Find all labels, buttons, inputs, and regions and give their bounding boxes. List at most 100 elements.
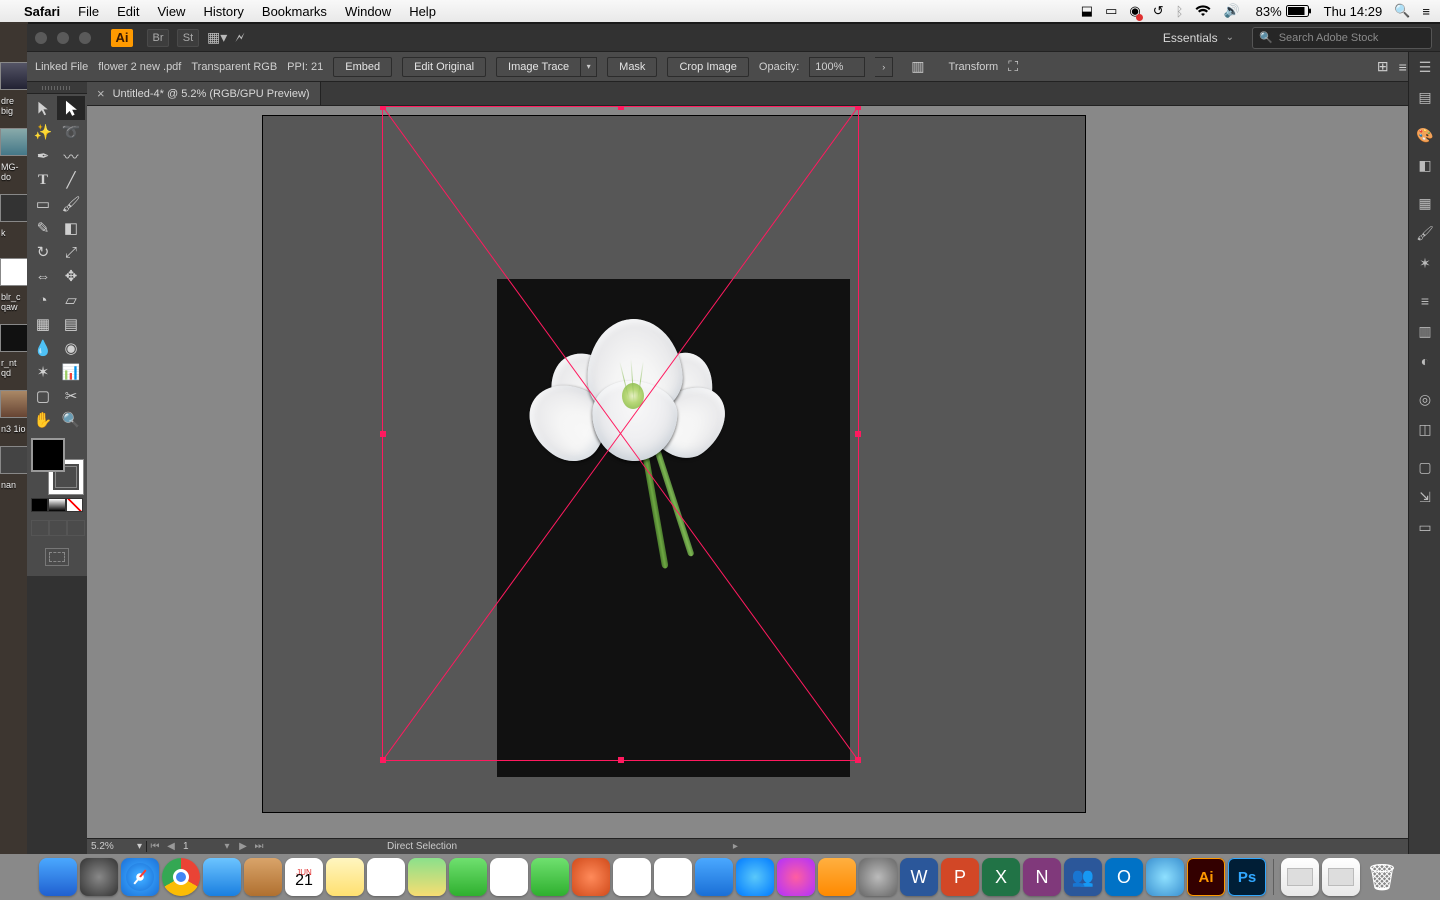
color-panel-icon[interactable]: 🎨 [1409, 120, 1440, 150]
menu-help[interactable]: Help [409, 4, 436, 19]
window-minimize-button[interactable] [57, 32, 69, 44]
adobe-stock-search[interactable]: 🔍 Search Adobe Stock [1252, 27, 1432, 49]
column-graph-tool[interactable]: 📊 [57, 360, 85, 384]
zoom-select[interactable]: 5.2%▾ [87, 841, 147, 852]
shape-builder-tool[interactable]: ◔ [29, 288, 57, 312]
menu-view[interactable]: View [158, 4, 186, 19]
artboard-tool[interactable]: ▢ [29, 384, 57, 408]
dock-app-reminders[interactable] [367, 858, 405, 896]
screen-mode-toggle[interactable] [31, 548, 83, 566]
dock-app-notes[interactable] [326, 858, 364, 896]
eyedropper-tool[interactable]: 💧 [29, 336, 57, 360]
menu-edit[interactable]: Edit [117, 4, 139, 19]
next-artboard-button[interactable]: ▶ [235, 841, 251, 852]
drawing-mode-toggle[interactable] [31, 520, 85, 536]
embed-button[interactable]: Embed [333, 57, 392, 77]
prev-artboard-button[interactable]: ◀ [163, 841, 179, 852]
color-guide-panel-icon[interactable]: ◧ [1409, 150, 1440, 180]
fill-swatch[interactable] [31, 438, 65, 472]
dock-app-chrome[interactable] [162, 858, 200, 896]
libraries-panel-icon[interactable]: ▤ [1409, 82, 1440, 112]
transform-panel-icon[interactable]: ⛶ [1008, 58, 1018, 75]
asset-export-panel-icon[interactable]: ⇲ [1409, 482, 1440, 512]
battery-icon[interactable]: 83% [1252, 4, 1312, 19]
layers-panel-icon[interactable]: ▢ [1409, 452, 1440, 482]
desktop-thumb[interactable] [0, 62, 28, 90]
dock-app-appstore[interactable] [736, 858, 774, 896]
dock-app-photobooth[interactable] [572, 858, 610, 896]
dock-app-onenote[interactable]: N [1023, 858, 1061, 896]
chevron-down-icon[interactable]: ▾ [581, 57, 597, 77]
dock-app-lync[interactable]: 👥 [1064, 858, 1102, 896]
dock-app-calendar[interactable]: JUN21 [285, 858, 323, 896]
slice-tool[interactable]: ✂ [57, 384, 85, 408]
eraser-tool[interactable]: ◧ [57, 216, 85, 240]
symbol-sprayer-tool[interactable]: ✶ [29, 360, 57, 384]
volume-icon[interactable]: 🔊 [1223, 3, 1239, 19]
symbols-panel-icon[interactable]: ✶ [1409, 248, 1440, 278]
swatches-panel-icon[interactable]: ▦ [1409, 188, 1440, 218]
crop-image-button[interactable]: Crop Image [667, 57, 748, 77]
direct-selection-tool[interactable] [57, 96, 85, 120]
dock-app-facetime[interactable] [531, 858, 569, 896]
tools-panel-grip[interactable] [27, 82, 87, 94]
dock-app-numbers[interactable] [613, 858, 651, 896]
menubar-appname[interactable]: Safari [24, 4, 60, 19]
status-chevron-icon[interactable]: ▸ [727, 841, 743, 852]
dock-app-launchpad[interactable] [80, 858, 118, 896]
selection-handle[interactable] [855, 106, 861, 110]
menu-history[interactable]: History [203, 4, 243, 19]
dock-app-safari[interactable] [121, 858, 159, 896]
dock-app-browser2[interactable] [1146, 858, 1184, 896]
align-icon[interactable]: ▥ [911, 58, 924, 75]
dock-folder2[interactable] [1322, 858, 1360, 896]
dock-app-mail[interactable] [203, 858, 241, 896]
dock-app-maps[interactable] [408, 858, 446, 896]
dock-app-contacts[interactable] [244, 858, 282, 896]
dock-app-photos[interactable] [490, 858, 528, 896]
gradient-panel-icon[interactable]: ▥ [1409, 316, 1440, 346]
transform-link[interactable]: Transform [949, 61, 999, 73]
desktop-thumb[interactable] [0, 324, 28, 352]
dock-app-illustrator[interactable]: Ai [1187, 858, 1225, 896]
gradient-tool[interactable]: ▤ [57, 312, 85, 336]
artboard-number-input[interactable]: 1 [179, 841, 219, 852]
selection-handle[interactable] [618, 106, 624, 110]
color-mode-toggle[interactable] [31, 498, 83, 514]
lasso-tool[interactable]: ➰ [57, 120, 85, 144]
arrange-documents-icon[interactable]: ▦▾ [207, 29, 227, 46]
dock-app-finder[interactable] [39, 858, 77, 896]
pen-tool[interactable]: ✒ [29, 144, 57, 168]
opacity-chevron-right-icon[interactable]: › [875, 57, 893, 77]
desktop-thumb[interactable] [0, 390, 28, 418]
magic-wand-tool[interactable]: ✨ [29, 120, 57, 144]
bluetooth-icon[interactable]: ᛒ [1176, 4, 1184, 19]
selection-tool[interactable] [29, 96, 57, 120]
workspace-switcher[interactable]: Essentials ⌄ [1153, 28, 1244, 48]
menu-window[interactable]: Window [345, 4, 391, 19]
transparency-panel-icon[interactable]: ◐ [1409, 346, 1440, 376]
image-trace-button[interactable]: Image Trace [496, 57, 581, 77]
dock-app-itunes[interactable] [777, 858, 815, 896]
artboards-panel-icon[interactable]: ▭ [1409, 512, 1440, 542]
properties-panel-icon[interactable]: ☰ [1409, 52, 1440, 82]
gpu-icon[interactable]: 🗲 [235, 29, 244, 46]
type-tool[interactable]: T [29, 168, 57, 192]
desktop-thumb[interactable] [0, 258, 28, 286]
rectangle-tool[interactable]: ▭ [29, 192, 57, 216]
dock-trash[interactable]: 🗑 [1363, 858, 1401, 896]
last-artboard-button[interactable]: ⏭ [251, 841, 267, 852]
mesh-tool[interactable]: ▦ [29, 312, 57, 336]
hand-tool[interactable]: ✋ [29, 408, 57, 432]
scale-tool[interactable]: ⤢ [57, 240, 85, 264]
dock-app-ibooks[interactable] [818, 858, 856, 896]
zoom-tool[interactable]: 🔍 [57, 408, 85, 432]
blend-tool[interactable]: ◉ [57, 336, 85, 360]
dock-app-preferences[interactable] [859, 858, 897, 896]
selection-handle[interactable] [380, 106, 386, 110]
antivirus-icon[interactable]: ◉ [1129, 3, 1140, 19]
edit-original-button[interactable]: Edit Original [402, 57, 486, 77]
fill-stroke-swatch[interactable] [31, 438, 83, 494]
line-tool[interactable]: ╱ [57, 168, 85, 192]
appearance-panel-icon[interactable]: ◎ [1409, 384, 1440, 414]
